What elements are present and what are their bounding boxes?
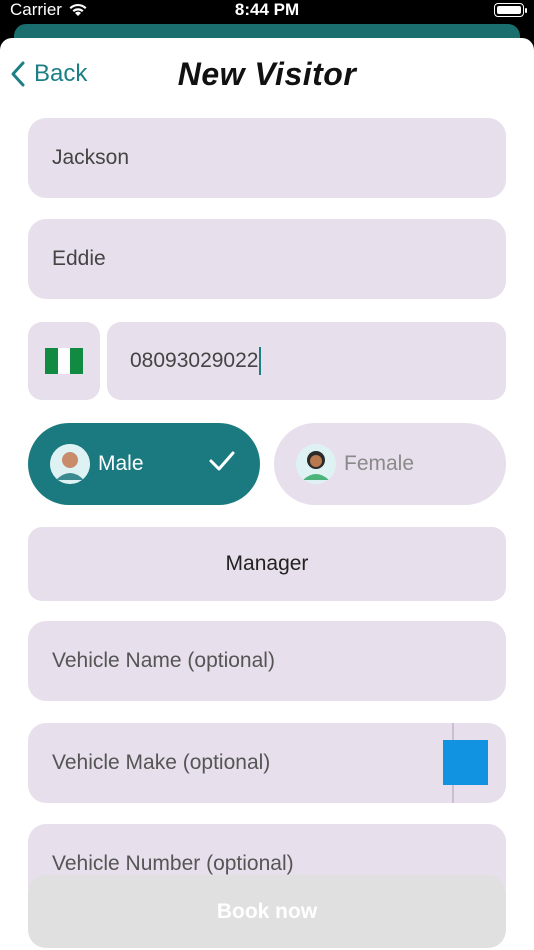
gender-male-option[interactable]: Male — [28, 423, 260, 505]
nigeria-flag-icon — [45, 348, 83, 374]
vehicle-name-field[interactable]: Vehicle Name (optional) — [28, 621, 506, 701]
male-label: Male — [98, 452, 144, 475]
vehicle-color-swatch[interactable] — [443, 740, 488, 785]
vehicle-name-placeholder: Vehicle Name (optional) — [52, 649, 275, 672]
female-avatar-icon — [296, 444, 336, 484]
text-cursor — [259, 347, 262, 375]
clock: 8:44 PM — [234, 0, 300, 19]
gender-female-option[interactable]: Female — [274, 423, 506, 505]
country-picker[interactable] — [28, 322, 100, 400]
status-bar: Carrier 8:44 PM — [0, 0, 534, 24]
role-selector[interactable]: Manager — [28, 527, 506, 601]
checkmark-icon — [209, 451, 235, 471]
first-name-field[interactable]: Eddie — [28, 219, 506, 299]
last-name-field[interactable]: Jackson — [28, 118, 506, 198]
new-visitor-modal: Back New Visitor Jackson Eddie 080930290… — [0, 38, 534, 950]
vehicle-make-field[interactable]: Vehicle Make (optional) — [28, 723, 506, 803]
role-value: Manager — [225, 552, 309, 575]
first-name-value: Eddie — [52, 247, 106, 270]
battery-icon — [494, 3, 527, 17]
vehicle-make-placeholder: Vehicle Make (optional) — [52, 751, 271, 774]
last-name-value: Jackson — [52, 146, 130, 169]
phone-input[interactable]: 08093029022 — [107, 322, 506, 400]
book-now-label: Book now — [216, 899, 318, 923]
vehicle-number-placeholder: Vehicle Number (optional) — [52, 852, 294, 875]
female-label: Female — [344, 452, 415, 475]
phone-value: 08093029022 — [130, 349, 259, 372]
book-now-button[interactable]: Book now — [28, 875, 506, 948]
page-title: New Visitor — [177, 56, 357, 92]
navigation-bar: Back New Visitor — [0, 38, 534, 114]
male-avatar-icon — [50, 444, 90, 484]
